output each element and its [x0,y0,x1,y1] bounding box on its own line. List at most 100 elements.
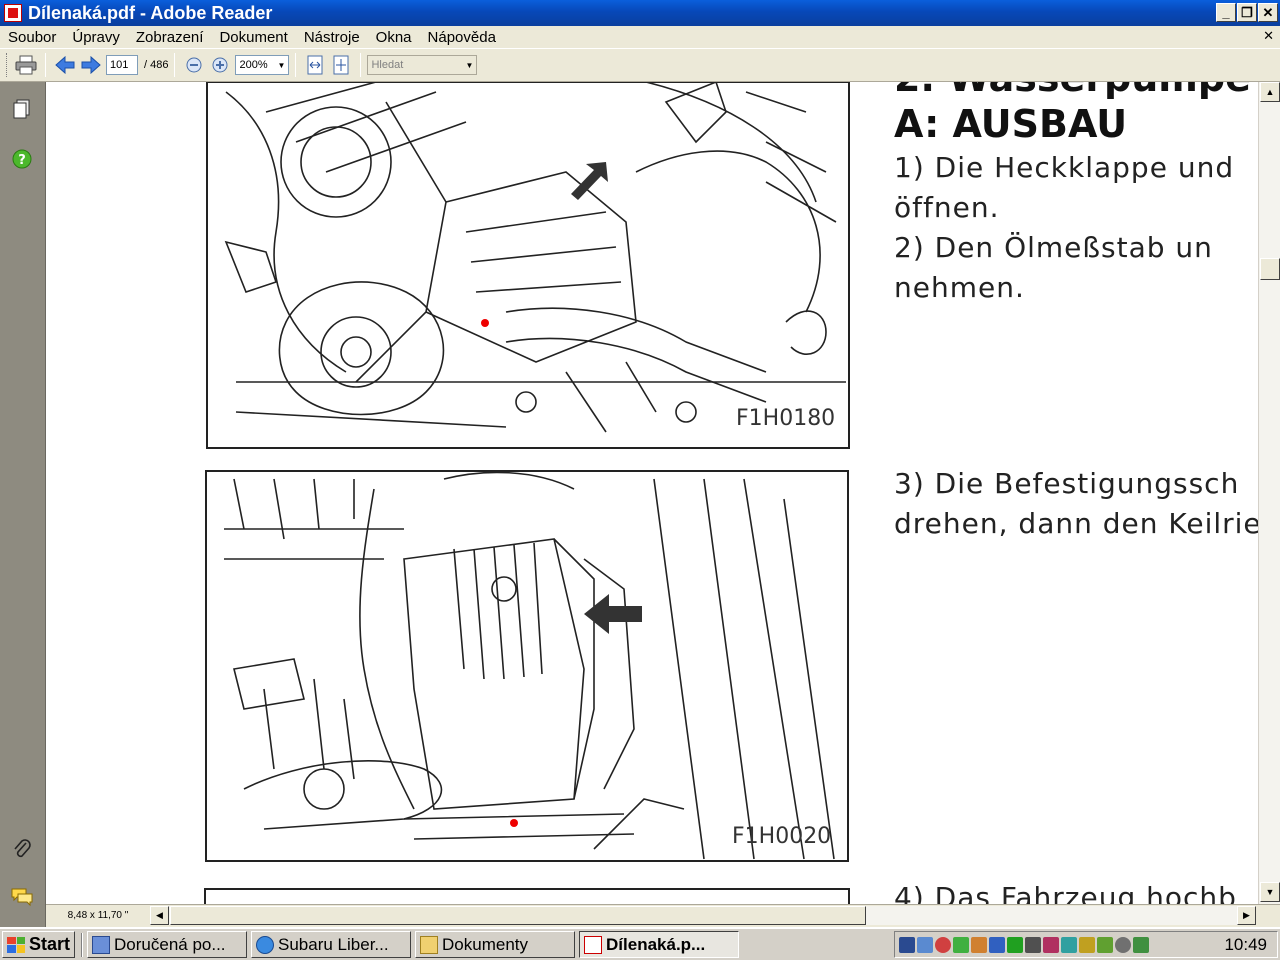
step-line: drehen, dann den Keilrie [894,507,1258,540]
zoom-in-icon[interactable] [207,52,233,78]
horizontal-scrollbar[interactable]: ◀ ▶ [150,906,1256,925]
task-button-browser[interactable]: Subaru Liber... [251,931,412,958]
scroll-thumb[interactable] [170,906,866,925]
tray-device-icon[interactable] [1115,936,1131,953]
chevron-down-icon[interactable]: ▼ [274,56,288,74]
tray-shield-icon[interactable] [1079,936,1095,953]
page-total: / 486 [144,59,169,71]
tray-update-icon[interactable] [953,936,969,953]
adobe-reader-icon [4,4,22,22]
fit-width-icon[interactable] [302,52,328,78]
scroll-down-icon[interactable]: ▼ [1260,882,1280,902]
printer-icon[interactable] [13,52,39,78]
arrow-left-icon[interactable] [52,52,78,78]
mail-icon [92,935,111,954]
toolbar-grip[interactable] [6,53,9,77]
figure1-label: F1H0180 [736,406,836,431]
tray-nvidia-icon[interactable] [1097,936,1113,953]
toolbar-separator [45,53,46,77]
windows-flag-icon [7,936,25,953]
step-line: 4) Das Fahrzeug hochb [894,881,1237,904]
section-heading-partial: 2. Wasserpumpe [894,82,1251,100]
title-bar[interactable]: Dílenaká.pdf - Adobe Reader _ ❐ ✕ [0,0,1280,26]
paperclip-icon[interactable] [11,838,33,860]
tray-usb-icon[interactable] [1133,936,1149,953]
comments-icon[interactable] [11,886,33,908]
help-icon[interactable]: ? [11,148,33,170]
section-heading: A: AUSBAU [894,102,1128,146]
zoom-value: 200% [239,59,268,71]
menu-nastroje[interactable]: Nástroje [296,29,368,46]
page-size: 8,48 x 11,70 " [67,910,129,921]
taskbar: Start Doručená po... Subaru Liber... Dok… [0,927,1280,960]
annotation-dot [510,819,518,827]
tray-bluetooth-icon[interactable] [1061,936,1077,953]
step-line: 1) Die Heckklappe und [894,151,1235,184]
arrow-right-icon[interactable] [78,52,104,78]
tray-play-icon[interactable] [1007,936,1023,953]
step-line: 2) Den Ölmeßstab un [894,231,1213,264]
minimize-button[interactable]: _ [1216,3,1236,22]
task-button-reader[interactable]: Dílenaká.p... [579,931,740,958]
task-label: Doručená po... [114,934,226,954]
window-title: Dílenaká.pdf - Adobe Reader [28,2,273,23]
window-controls: _ ❐ ✕ [1216,3,1278,22]
scroll-right-icon[interactable]: ▶ [1237,906,1256,925]
menu-okna[interactable]: Okna [368,29,420,46]
annotation-dot [481,319,489,327]
step-line: 3) Die Befestigungssch [894,467,1240,500]
zoom-out-icon[interactable] [181,52,207,78]
toolbar-separator [174,53,176,77]
vertical-scrollbar[interactable]: ▲ ▼ [1258,82,1280,904]
menu-zobrazeni[interactable]: Zobrazení [128,29,212,46]
menu-upravy[interactable]: Úpravy [64,29,128,46]
navigation-pane: ? [0,82,46,927]
clock: 10:49 [1224,934,1267,954]
start-label: Start [29,934,71,954]
pages-icon[interactable] [11,98,33,120]
toolbar-separator [295,53,297,77]
svg-text:?: ? [18,153,26,168]
menu-napoveda[interactable]: Nápověda [420,29,504,46]
tray-volume-icon[interactable] [971,936,987,953]
tray-tools-icon[interactable] [1043,936,1059,953]
zoom-combo[interactable]: 200% ▼ [235,55,290,75]
tray-cs-icon[interactable] [899,936,915,953]
fit-page-icon[interactable] [328,52,354,78]
tray-antivirus-icon[interactable] [935,936,951,953]
restore-button[interactable]: ❐ [1237,3,1257,22]
figure-next-edge [204,888,850,904]
figure-engine-top [206,82,850,449]
figure-alternator [205,470,849,862]
tray-monitor-icon[interactable] [1025,936,1041,953]
tray-network-icon[interactable] [917,936,933,953]
browser-icon [256,935,275,954]
search-combo[interactable]: Hledat ▼ [367,55,478,75]
scroll-up-icon[interactable]: ▲ [1260,82,1280,102]
status-bar: 8,48 x 11,70 " ◀ ▶ [46,904,1280,926]
step-line: öffnen. [894,191,1000,224]
start-button[interactable]: Start [2,931,76,958]
task-button-mail[interactable]: Doručená po... [87,931,248,958]
taskbar-divider [81,932,84,957]
pdf-icon [584,935,603,954]
scroll-thumb[interactable] [1260,258,1280,280]
document-close-icon[interactable]: ✕ [1263,28,1274,44]
toolbar-separator [360,53,362,77]
close-button[interactable]: ✕ [1258,3,1278,22]
task-button-documents[interactable]: Dokumenty [415,931,576,958]
page-number-input[interactable] [106,55,138,75]
document-view[interactable]: F1H0180 F1H0020 2. Wasserpumpe A: AUSBAU [46,82,1258,904]
task-label: Dokumenty [442,934,528,954]
menu-dokument[interactable]: Dokument [211,29,295,46]
system-tray: 10:49 [894,931,1278,958]
chevron-down-icon[interactable]: ▼ [462,56,476,74]
menu-soubor[interactable]: Soubor [0,29,64,46]
toolbar: / 486 200% ▼ Hledat ▼ [0,48,1280,82]
tray-search-icon[interactable] [989,936,1005,953]
search-input[interactable]: Hledat [368,59,462,71]
folder-icon [420,935,439,954]
figure2-label: F1H0020 [732,824,832,849]
scroll-left-icon[interactable]: ◀ [150,906,169,925]
task-label: Dílenaká.p... [606,934,706,954]
